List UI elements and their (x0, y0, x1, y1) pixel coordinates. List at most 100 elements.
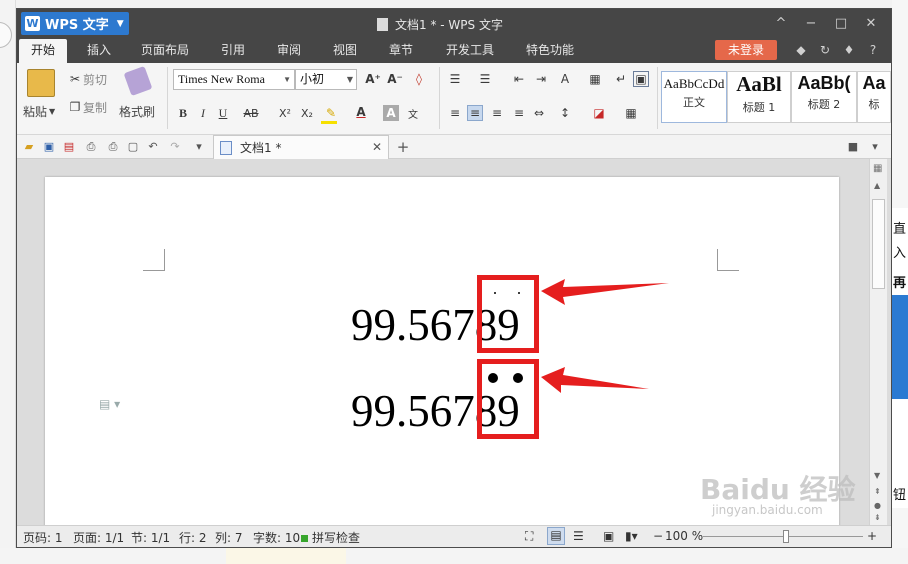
reading-view-icon[interactable]: ▮▾ (625, 529, 638, 543)
undo-icon[interactable]: ↶ (145, 139, 161, 155)
tab-view[interactable]: 视图 (323, 39, 367, 63)
italic-icon[interactable]: I (195, 105, 211, 121)
status-page-code[interactable]: 页码: 1 (23, 529, 63, 546)
full-screen-icon[interactable]: ⛶ (525, 529, 533, 544)
document-tab[interactable]: 文档1 * ✕ (213, 135, 389, 159)
tab-page-layout[interactable]: 页面布局 (133, 39, 197, 63)
tab-special-features[interactable]: 特色功能 (517, 39, 583, 63)
new-tab-icon[interactable]: + (395, 139, 411, 155)
tab-references[interactable]: 引用 (211, 39, 255, 63)
tab-home[interactable]: 开始 (19, 39, 67, 63)
tab-insert[interactable]: 插入 (75, 39, 123, 63)
line-spacing-icon[interactable]: ↕ (557, 105, 573, 121)
status-section[interactable]: 节: 1/1 (131, 529, 170, 546)
page-view-icon[interactable]: ▤ (547, 527, 565, 545)
clear-format-icon[interactable]: ◊ (411, 71, 427, 87)
zoom-in-icon[interactable]: + (867, 529, 877, 543)
tab-developer[interactable]: 开发工具 (437, 39, 503, 63)
show-hide-icon[interactable]: ▣ (633, 71, 649, 87)
next-page-icon[interactable]: ⇟ (874, 513, 881, 522)
preview-icon[interactable]: ▢ (125, 139, 141, 155)
zoom-level[interactable]: 100 % (665, 529, 703, 543)
print-icon[interactable]: ⎙ (83, 139, 99, 155)
justify-icon[interactable]: ≡ (511, 105, 527, 121)
print-preview-icon[interactable]: ⎙ (105, 139, 121, 155)
skin-icon[interactable]: ◆ (793, 42, 809, 58)
font-size-select[interactable]: 小初 ▼ (295, 69, 357, 90)
style-normal[interactable]: AaBbCcDd 正文 (661, 71, 727, 123)
spell-check-button[interactable]: 拼写检查 (301, 529, 360, 546)
minimize-button[interactable]: − (799, 13, 823, 33)
subscript-icon[interactable]: X₂ (299, 105, 315, 121)
borders-icon[interactable]: ▦ (623, 105, 639, 121)
status-row[interactable]: 行: 2 (179, 529, 207, 546)
prev-page-icon[interactable]: ⇞ (874, 487, 881, 496)
increase-indent-icon[interactable]: ⇥ (533, 71, 549, 87)
superscript-icon[interactable]: X² (277, 105, 293, 121)
scroll-up-icon[interactable]: ▲ (874, 181, 880, 190)
scroll-down-icon[interactable]: ▼ (874, 471, 880, 480)
decrease-indent-icon[interactable]: ⇤ (511, 71, 527, 87)
style-heading-1[interactable]: AaBl 标题 1 (727, 71, 791, 123)
underline-icon[interactable]: U (215, 105, 231, 121)
help-icon[interactable]: ? (865, 42, 881, 58)
close-tab-icon[interactable]: ✕ (372, 140, 382, 154)
format-painter-icon[interactable] (123, 65, 153, 97)
phonetic-guide-icon[interactable]: 文 (405, 105, 421, 121)
status-column[interactable]: 列: 7 (215, 529, 243, 546)
text-direction-icon[interactable]: A (557, 71, 573, 87)
select-browse-icon[interactable]: ● (874, 501, 881, 510)
shirt-icon[interactable]: ♦ (841, 42, 857, 58)
char-shading-icon[interactable]: A (383, 105, 399, 121)
outline-view-icon[interactable]: ☰ (573, 529, 584, 543)
ribbon-collapse-button[interactable]: ^ (769, 13, 793, 33)
scrollbar-thumb[interactable] (872, 199, 885, 289)
close-button[interactable]: ✕ (859, 13, 883, 33)
web-view-icon[interactable]: ▣ (603, 529, 614, 543)
ruler-toggle-icon[interactable]: ▦ (873, 163, 882, 174)
tab-review[interactable]: 审阅 (267, 39, 311, 63)
copy-button[interactable]: ❐ 复制 (67, 99, 107, 115)
paragraph-options-icon[interactable]: ▤ ▾ (99, 397, 120, 411)
align-right-icon[interactable]: ≡ (489, 105, 505, 121)
zoom-out-icon[interactable]: − (653, 529, 663, 543)
open-icon[interactable]: ▰ (21, 139, 37, 155)
cut-button[interactable]: ✂ 剪切 (67, 71, 107, 87)
login-button[interactable]: 未登录 (715, 40, 777, 60)
zoom-slider-handle[interactable] (783, 530, 789, 543)
table-icon[interactable]: ▦ (587, 71, 603, 87)
paste-icon[interactable] (27, 69, 55, 97)
status-word-count[interactable]: 字数: 10 (253, 529, 300, 546)
style-heading-3[interactable]: Aa 标 (857, 71, 891, 123)
font-color-icon[interactable]: A (353, 104, 369, 120)
vertical-scrollbar[interactable]: ▦ ▲ ▼ ⇞ ● ⇟ (869, 159, 887, 525)
app-menu-button[interactable]: W WPS 文字 ▼ (21, 12, 129, 35)
quick-access-bar: ▰ ▣ ▤ ⎙ ⎙ ▢ ↶ ↷ ▾ 文档1 * ✕ + ■ ▾ (17, 135, 891, 159)
paragraph-mark-icon[interactable]: ↵ (613, 71, 629, 87)
shading-icon[interactable]: ◪ (591, 105, 607, 121)
highlight-icon[interactable]: ✎ (323, 105, 339, 121)
save-icon[interactable]: ▣ (41, 139, 57, 155)
customize-icon[interactable]: ▾ (191, 139, 207, 155)
align-left-icon[interactable]: ≡ (447, 105, 463, 121)
distributed-icon[interactable]: ⇔ (531, 105, 547, 121)
tab-menu-icon[interactable]: ▾ (867, 139, 883, 155)
paste-button[interactable]: 粘贴 ▼ (23, 103, 55, 119)
sync-icon[interactable]: ↻ (817, 42, 833, 58)
tab-list-icon[interactable]: ■ (845, 139, 861, 155)
strikethrough-icon[interactable]: AB (243, 105, 259, 121)
format-painter-button[interactable]: 格式刷 (119, 103, 155, 119)
shrink-font-icon[interactable]: A⁻ (387, 71, 403, 87)
style-heading-2[interactable]: AaBb( 标题 2 (791, 71, 857, 123)
bold-icon[interactable]: B (175, 105, 191, 121)
align-center-icon[interactable]: ≡ (467, 105, 483, 121)
export-pdf-icon[interactable]: ▤ (61, 139, 77, 155)
numbered-list-icon[interactable]: ☰ (477, 71, 493, 87)
bullet-list-icon[interactable]: ☰ (447, 71, 463, 87)
grow-font-icon[interactable]: A⁺ (365, 71, 381, 87)
font-name-select[interactable]: Times New Roma ▼ (173, 69, 295, 90)
redo-icon[interactable]: ↷ (167, 139, 183, 155)
status-page[interactable]: 页面: 1/1 (73, 529, 124, 546)
tab-chapter[interactable]: 章节 (379, 39, 423, 63)
maximize-button[interactable]: □ (829, 13, 853, 33)
